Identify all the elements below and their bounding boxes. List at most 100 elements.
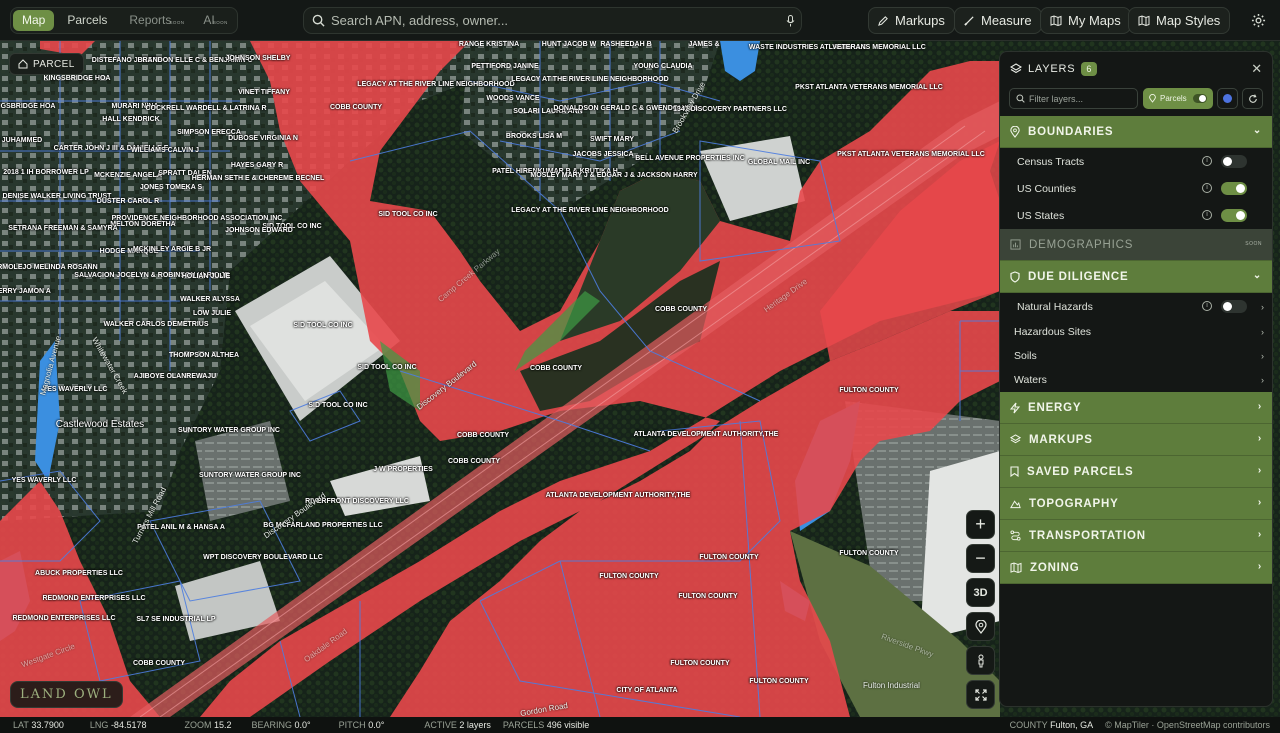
section-demographics: DEMOGRAPHICS SOON — [1000, 229, 1272, 261]
color-swatch-button[interactable] — [1217, 88, 1238, 109]
parcel-label: PKST ATLANTA VETERANS MEMORIAL LLC — [795, 84, 943, 91]
measure-button[interactable]: Measure — [954, 7, 1042, 34]
my-maps-button[interactable]: My Maps — [1040, 7, 1131, 34]
shield-icon — [1010, 270, 1020, 283]
tab-map[interactable]: Map — [13, 10, 55, 31]
info-icon[interactable]: i — [1202, 183, 1212, 193]
map-styles-label: Map Styles — [1156, 13, 1221, 28]
parcel-label: 2018 1 IH BORROWER LP — [3, 169, 89, 176]
parcel-label: CITY OF ATLANTA — [616, 687, 678, 694]
parcel-label: COCKRELL WARDELL & LATRINA R — [145, 105, 267, 112]
soon-badge: SOON — [212, 20, 228, 25]
bearing-label: BEARING — [251, 720, 293, 730]
parcel-label: LEGACY AT THE RIVER LINE NEIGHBORHOOD — [511, 207, 669, 214]
markups-label: Markups — [895, 13, 945, 28]
street-view-icon — [978, 654, 983, 667]
layers-title: LAYERS — [1028, 62, 1076, 75]
gear-icon[interactable] — [1247, 9, 1269, 31]
search-icon — [312, 14, 325, 27]
my-maps-label: My Maps — [1068, 13, 1121, 28]
parcel-label: BELL AVENUE PROPERTIES INC — [635, 155, 745, 162]
parcel-label: JONES TOMEKA S — [139, 184, 203, 191]
status-parcels: PARCELS 496 visible — [503, 720, 589, 730]
parcel-label: SL7 SE INDUSTRIAL LP — [136, 616, 216, 623]
status-lat: LAT 33.7900 — [13, 720, 64, 730]
section-saved-parcels[interactable]: SAVED PARCELS › — [1000, 456, 1272, 488]
section-title: ENERGY — [1028, 401, 1082, 414]
status-county: COUNTY Fulton, GA — [1010, 720, 1094, 730]
chevron-right-icon: › — [1257, 497, 1262, 508]
section-title: DUE DILIGENCE — [1028, 270, 1129, 283]
zoom-out-button[interactable]: − — [966, 544, 995, 573]
expand-icon — [974, 688, 987, 701]
parcel-label: JAH JUHAMMED — [0, 137, 43, 144]
parcel-label: FULTON COUNTY — [678, 593, 738, 600]
section-markups[interactable]: MARKUPS › — [1000, 424, 1272, 456]
3d-toggle-button[interactable]: 3D — [966, 578, 995, 607]
layer-row-waters[interactable]: Waters › — [1000, 368, 1272, 392]
parcel-label: FULTON COUNTY — [599, 573, 659, 580]
section-due-diligence[interactable]: DUE DILIGENCE ⌄ — [1000, 261, 1272, 293]
layers-icon — [1010, 434, 1021, 444]
info-icon[interactable]: i — [1202, 210, 1212, 220]
layer-label: US Counties — [1017, 182, 1076, 195]
lat-label: LAT — [13, 720, 29, 730]
section-transportation[interactable]: TRANSPORTATION › — [1000, 520, 1272, 552]
parcel-label: FULTON COUNTY — [839, 550, 899, 557]
parcel-label: HALL KENDRICK — [102, 116, 160, 123]
markups-button[interactable]: Markups — [868, 7, 955, 34]
map-styles-button[interactable]: Map Styles — [1128, 7, 1231, 34]
layer-row-soils[interactable]: Soils › — [1000, 344, 1272, 368]
chevron-right-icon[interactable]: › — [1261, 302, 1264, 312]
parcel-label: DUBOSE VIRGINIA N — [228, 135, 298, 142]
section-boundaries[interactable]: BOUNDARIES ⌄ — [1000, 116, 1272, 148]
parcels-switch[interactable] — [1193, 94, 1207, 103]
mic-icon[interactable] — [779, 14, 801, 27]
chevron-right-icon: › — [1261, 375, 1264, 385]
parcel-label: SID TOOL CO INC — [293, 322, 353, 329]
parcel-label: RASHEEDAH B — [600, 41, 652, 48]
status-zoom: ZOOM 15.2 — [184, 720, 231, 730]
parcel-label: DUSTER CAROL R — [96, 198, 160, 205]
status-pitch: PITCH 0.0° — [339, 720, 385, 730]
parcel-label: YES WAVERLY LLC — [42, 386, 108, 393]
parcel-label: LOW JULIE — [192, 310, 232, 317]
filter-layers-input[interactable] — [1025, 93, 1125, 104]
layer-toggle[interactable] — [1221, 209, 1247, 222]
parcel-label: JACOBS JESSICA — [572, 151, 634, 158]
parcel-label: VETERANS MEMORIAL LLC — [832, 44, 926, 51]
section-energy[interactable]: ENERGY › — [1000, 392, 1272, 424]
search-input[interactable] — [325, 13, 779, 28]
info-icon[interactable]: i — [1202, 301, 1212, 311]
location-pin-icon — [974, 619, 987, 634]
pegman-button[interactable] — [966, 646, 995, 675]
layer-row-hazardous-sites[interactable]: Hazardous Sites › — [1000, 320, 1272, 344]
lng-label: LNG — [89, 720, 109, 730]
pitch-label: PITCH — [338, 720, 366, 730]
layer-toggle[interactable] — [1221, 182, 1247, 195]
parcels-toggle-chip[interactable]: Parcels — [1143, 88, 1213, 109]
tab-reports[interactable]: Reports SOON — [120, 10, 184, 31]
layer-toggle[interactable] — [1221, 155, 1247, 168]
refresh-button[interactable] — [1242, 88, 1263, 109]
bookmark-icon — [1010, 466, 1019, 477]
tab-ai[interactable]: AI SOON — [194, 10, 227, 31]
fullscreen-button[interactable] — [966, 680, 995, 709]
tab-parcels[interactable]: Parcels — [58, 10, 116, 31]
info-icon[interactable]: i — [1202, 156, 1212, 166]
locate-button[interactable] — [966, 612, 995, 641]
chevron-right-icon: › — [1257, 401, 1262, 412]
search-icon — [1016, 94, 1025, 103]
section-title: DEMOGRAPHICS — [1029, 238, 1134, 251]
zoom-in-button[interactable]: + — [966, 510, 995, 539]
close-icon[interactable]: ✕ — [1251, 61, 1263, 77]
parcel-mode-button[interactable]: PARCEL — [9, 53, 84, 75]
section-title: TOPOGRAPHY — [1029, 497, 1119, 510]
refresh-icon — [1248, 93, 1257, 103]
parcel-label: FULTON COUNTY — [699, 554, 759, 561]
layer-toggle[interactable] — [1221, 300, 1247, 313]
section-zoning[interactable]: ZONING › — [1000, 552, 1272, 584]
section-topography[interactable]: TOPOGRAPHY › — [1000, 488, 1272, 520]
map-attribution[interactable]: © MapTiler · OpenStreetMap contributors — [1105, 720, 1270, 730]
top-bar: Map Parcels ReportsSOON AISOON Markups M… — [0, 0, 1280, 41]
